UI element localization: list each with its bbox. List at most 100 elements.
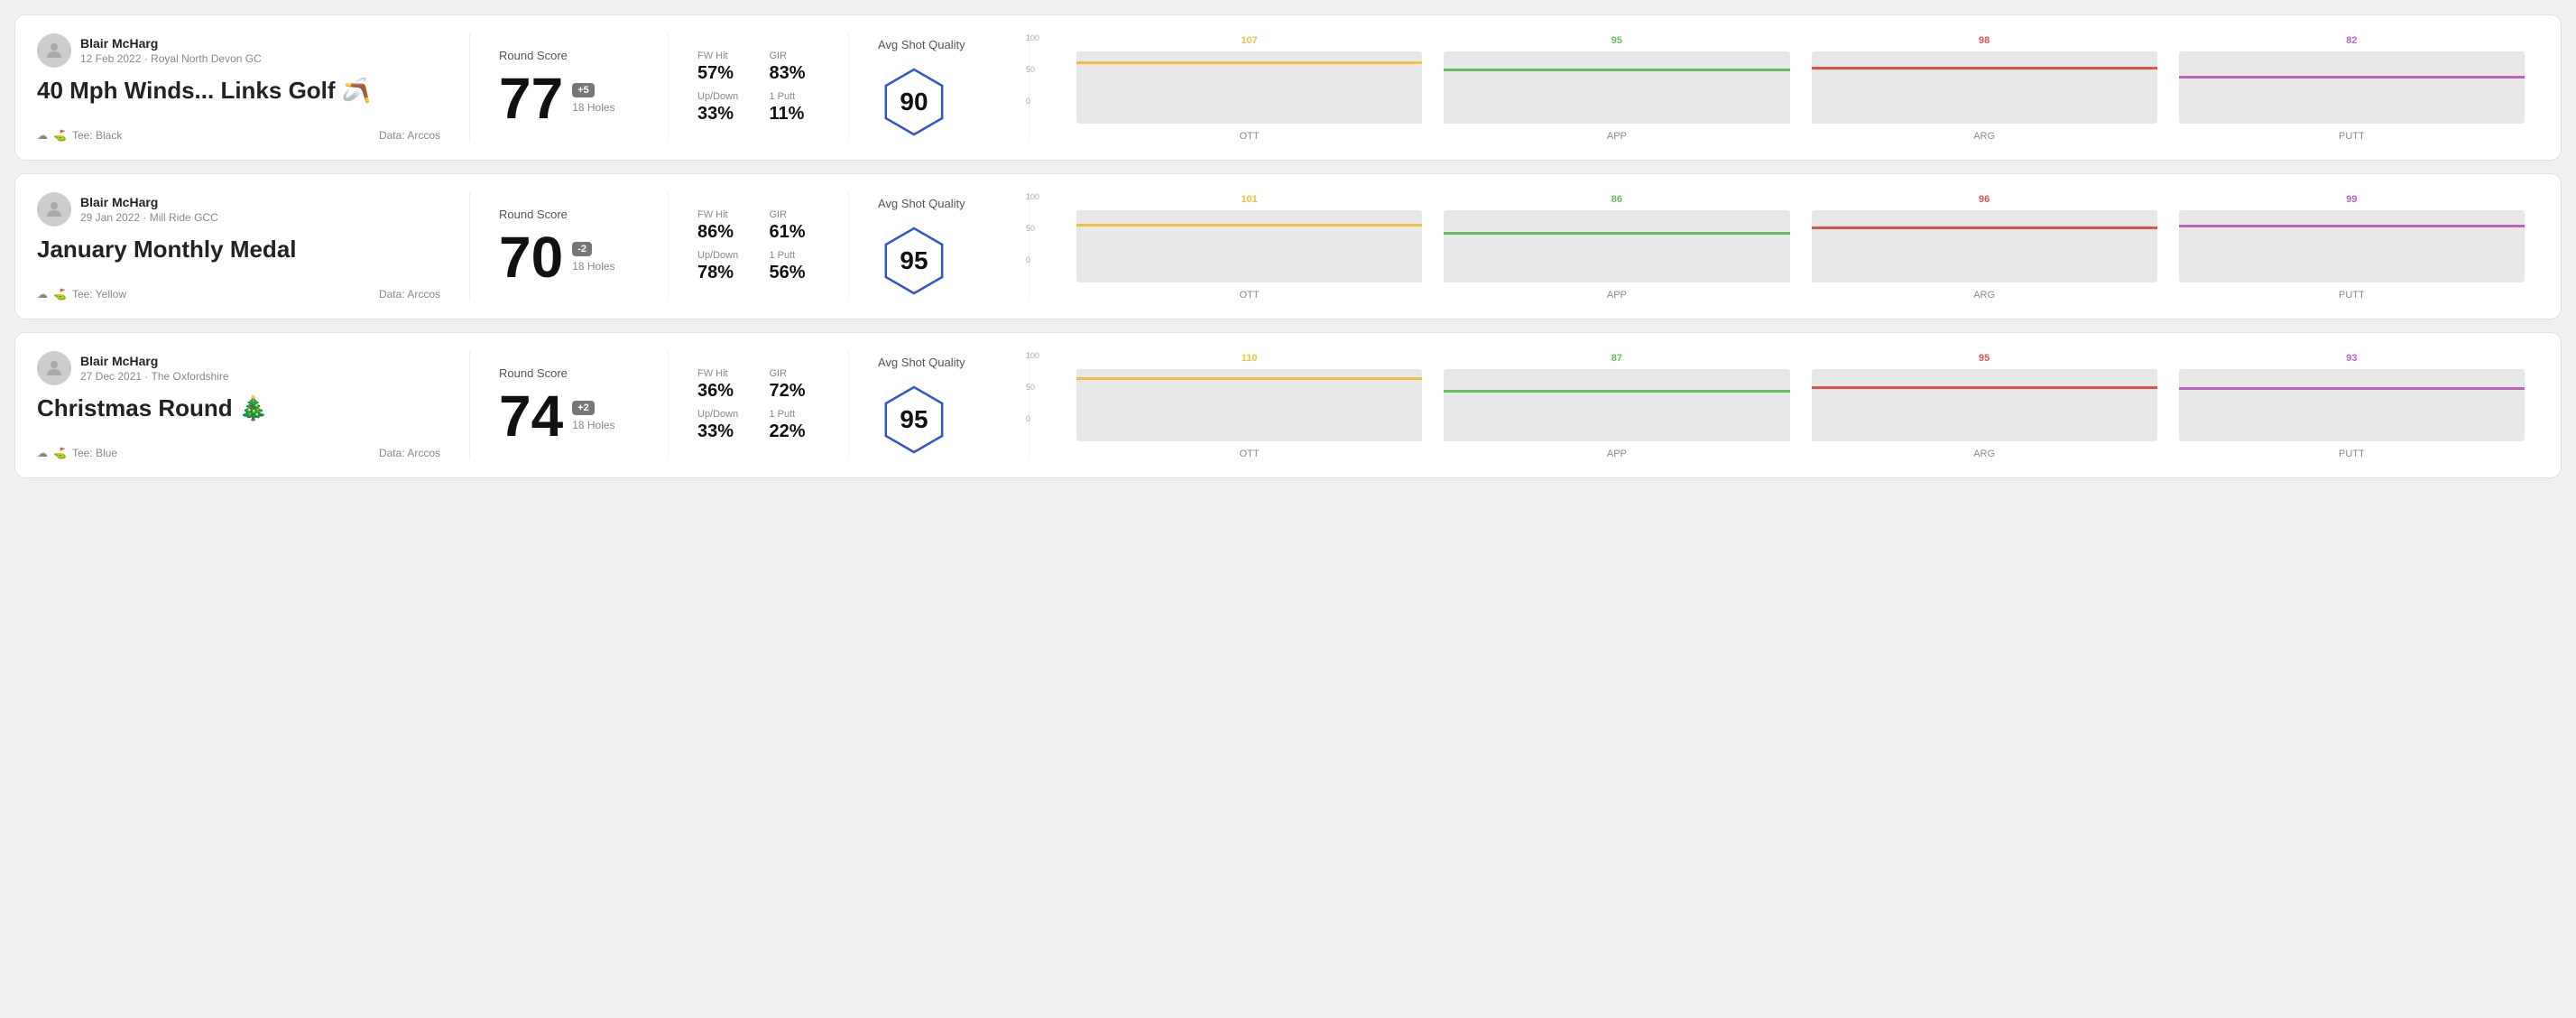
- bar-line-arg: [1812, 227, 2157, 229]
- left-section-round2: Blair McHarg 29 Jan 2022 · Mill Ride GCC…: [37, 192, 470, 301]
- hexagon-wrapper-round3: 95: [878, 384, 950, 456]
- fw-hit-value-round3: 36%: [697, 381, 748, 402]
- hexagon-score-round2: 95: [900, 246, 928, 275]
- score-label-round2: Round Score: [499, 208, 639, 221]
- bar-chart-wrapper: 100 50 0 107 OTT 95 APP: [1051, 33, 2525, 142]
- bar-container-app: [1444, 210, 1789, 282]
- tee-info-round2: ☁ ⛳ Tee: Yellow: [37, 288, 126, 301]
- score-section-round1: Round Score 77 +5 18 Holes: [470, 33, 669, 142]
- hexagon-round1: 90: [878, 66, 950, 138]
- fw-hit-value-round1: 57%: [697, 63, 748, 84]
- bar-line-arg: [1812, 67, 2157, 69]
- fw-hit-label-round3: FW Hit: [697, 368, 748, 379]
- bar-container-ott: [1076, 51, 1422, 124]
- bar-label-app: APP: [1607, 131, 1627, 142]
- updown-label-round3: Up/Down: [697, 409, 748, 420]
- bottom-info-round1: ☁ ⛳ Tee: Black Data: Arccos: [37, 129, 440, 142]
- bar-container-putt: [2179, 369, 2525, 441]
- bar-label-putt: PUTT: [2339, 449, 2365, 459]
- round-card-round2: Blair McHarg 29 Jan 2022 · Mill Ride GCC…: [14, 173, 2562, 319]
- score-modifier-round1: +5: [572, 83, 595, 97]
- stat-fw-hit-round1: FW Hit 57%: [697, 51, 748, 84]
- quality-label-round3: Avg Shot Quality: [878, 356, 965, 369]
- stats-section-round1: FW Hit 57% GIR 83% Up/Down 33% 1 Putt 11…: [669, 33, 849, 142]
- score-badge-round1: +5 18 Holes: [572, 83, 614, 114]
- stat-oneputt-round2: 1 Putt 56%: [770, 250, 820, 283]
- y-axis: 100 50 0: [1026, 351, 1039, 423]
- bar-line-arg: [1812, 386, 2157, 389]
- bar-group-app: 95 APP: [1444, 35, 1789, 142]
- golf-icon: ⛳: [53, 447, 67, 459]
- bar-value-putt: 93: [2346, 353, 2357, 364]
- player-text-round2: Blair McHarg 29 Jan 2022 · Mill Ride GCC: [80, 195, 218, 224]
- bar-bg: [2179, 390, 2525, 441]
- player-name-round1: Blair McHarg: [80, 36, 262, 51]
- updown-label-round2: Up/Down: [697, 250, 748, 261]
- bar-value-arg: 96: [1979, 194, 1990, 205]
- bar-value-putt: 82: [2346, 35, 2357, 46]
- tee-label-round2: Tee: Yellow: [72, 288, 126, 301]
- hexagon-score-round3: 95: [900, 405, 928, 434]
- bar-chart: 101 OTT 86 APP 96: [1076, 192, 2525, 301]
- bar-group-ott: 110 OTT: [1076, 353, 1422, 459]
- stat-updown-round1: Up/Down 33%: [697, 91, 748, 125]
- chart-section-round1: 100 50 0 107 OTT 95 APP: [1029, 33, 2539, 142]
- oneputt-label-round1: 1 Putt: [770, 91, 820, 102]
- bottom-info-round2: ☁ ⛳ Tee: Yellow Data: Arccos: [37, 288, 440, 301]
- bar-container-ott: [1076, 369, 1422, 441]
- score-modifier-round3: +2: [572, 401, 595, 415]
- chart-section-round3: 100 50 0 110 OTT 87 APP: [1029, 351, 2539, 459]
- avatar-round1: [37, 33, 71, 68]
- stats-grid-round3: FW Hit 36% GIR 72% Up/Down 33% 1 Putt 22…: [697, 368, 819, 442]
- bar-container-arg: [1812, 369, 2157, 441]
- stats-section-round2: FW Hit 86% GIR 61% Up/Down 78% 1 Putt 56…: [669, 192, 849, 301]
- bar-line-putt: [2179, 225, 2525, 227]
- bar-value-arg: 98: [1979, 35, 1990, 46]
- gir-value-round1: 83%: [770, 63, 820, 84]
- bar-bg: [1444, 393, 1789, 441]
- stat-updown-round2: Up/Down 78%: [697, 250, 748, 283]
- score-display-round1: 77 +5 18 Holes: [499, 69, 639, 127]
- bar-bg: [1076, 227, 1422, 282]
- bar-group-arg: 98 ARG: [1812, 35, 2157, 142]
- score-number-round1: 77: [499, 69, 563, 127]
- hexagon-round2: 95: [878, 225, 950, 297]
- bar-group-arg: 95 ARG: [1812, 353, 2157, 459]
- quality-section-round3: Avg Shot Quality 95: [849, 351, 1029, 459]
- updown-value-round3: 33%: [697, 421, 748, 442]
- tee-info-round3: ☁ ⛳ Tee: Blue: [37, 447, 117, 459]
- bar-bg: [1812, 229, 2157, 282]
- stat-oneputt-round1: 1 Putt 11%: [770, 91, 820, 125]
- gir-label-round3: GIR: [770, 368, 820, 379]
- cloud-icon: ☁: [37, 288, 48, 301]
- oneputt-value-round2: 56%: [770, 263, 820, 283]
- bar-line-app: [1444, 390, 1789, 393]
- oneputt-label-round3: 1 Putt: [770, 409, 820, 420]
- bar-value-arg: 95: [1979, 353, 1990, 364]
- bar-group-putt: 82 PUTT: [2179, 35, 2525, 142]
- bar-bg: [1076, 64, 1422, 124]
- updown-label-round1: Up/Down: [697, 91, 748, 102]
- bar-label-arg: ARG: [1973, 290, 1995, 301]
- bar-group-putt: 93 PUTT: [2179, 353, 2525, 459]
- bar-bg: [1076, 380, 1422, 441]
- golf-icon: ⛳: [53, 288, 67, 301]
- bar-bg: [1812, 69, 2157, 124]
- round-title-round1: 40 Mph Winds... Links Golf 🪃: [37, 77, 440, 105]
- player-meta-round2: 29 Jan 2022 · Mill Ride GCC: [80, 211, 218, 224]
- player-text-round3: Blair McHarg 27 Dec 2021 · The Oxfordshi…: [80, 354, 229, 383]
- stats-section-round3: FW Hit 36% GIR 72% Up/Down 33% 1 Putt 22…: [669, 351, 849, 459]
- fw-hit-value-round2: 86%: [697, 222, 748, 243]
- bar-bg: [1444, 235, 1789, 282]
- bar-group-ott: 107 OTT: [1076, 35, 1422, 142]
- round-title-round3: Christmas Round 🎄: [37, 394, 440, 422]
- quality-label-round1: Avg Shot Quality: [878, 38, 965, 51]
- bar-label-putt: PUTT: [2339, 131, 2365, 142]
- round-card-round3: Blair McHarg 27 Dec 2021 · The Oxfordshi…: [14, 332, 2562, 478]
- bar-group-ott: 101 OTT: [1076, 194, 1422, 301]
- stat-fw-hit-round2: FW Hit 86%: [697, 209, 748, 243]
- round-title-round2: January Monthly Medal: [37, 236, 440, 264]
- stat-updown-round3: Up/Down 33%: [697, 409, 748, 442]
- chart-section-round2: 100 50 0 101 OTT 86 APP: [1029, 192, 2539, 301]
- bar-value-app: 95: [1611, 35, 1622, 46]
